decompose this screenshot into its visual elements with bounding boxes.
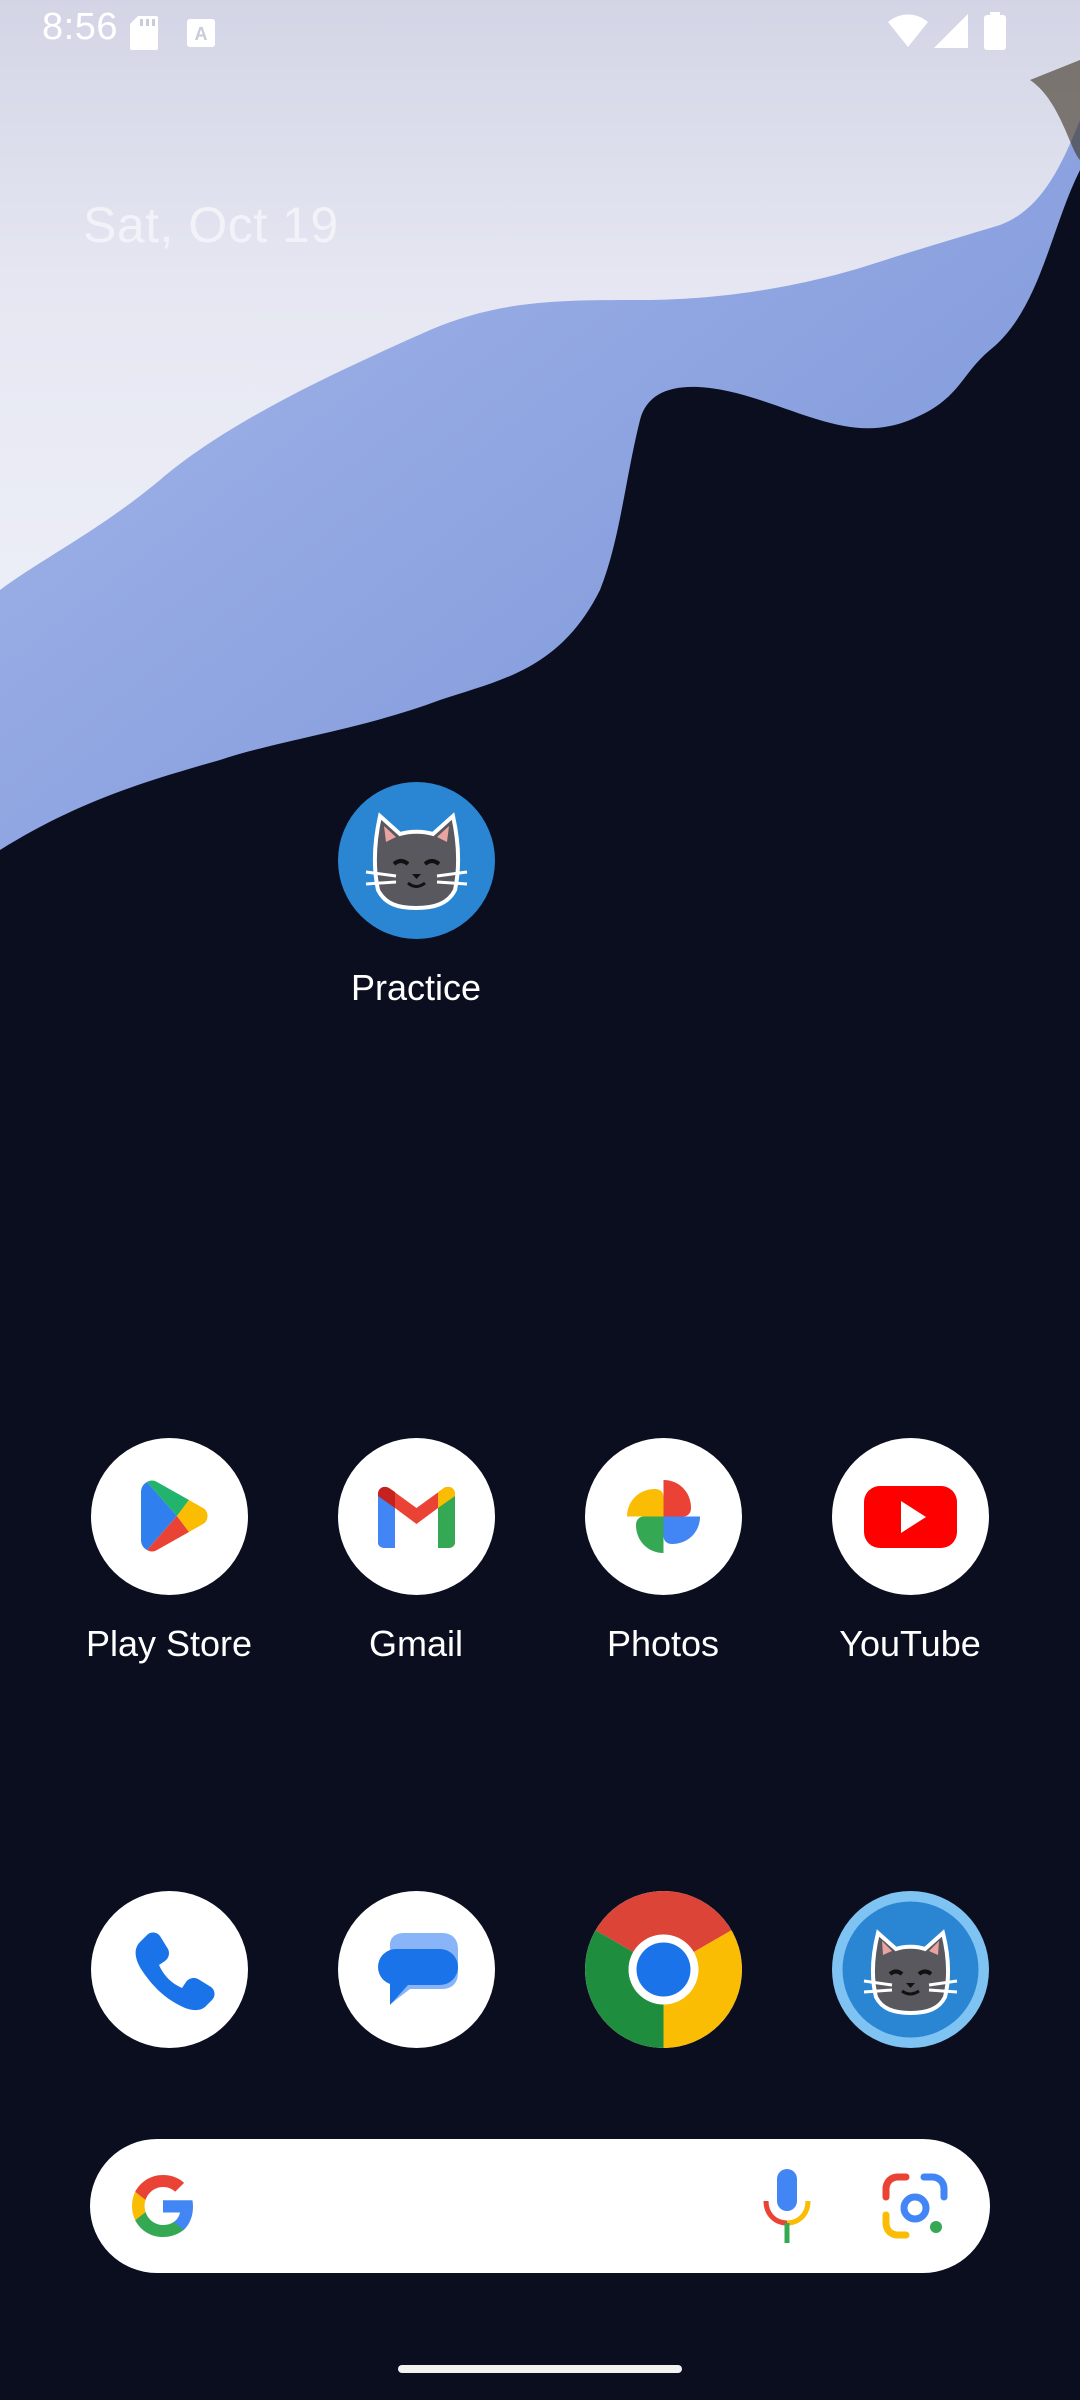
gesture-nav-handle[interactable] [398, 2365, 682, 2373]
app-label: YouTube [839, 1623, 981, 1664]
status-bar: 8:56 A [0, 0, 1080, 70]
dock-phone[interactable] [59, 1891, 279, 2048]
app-practice[interactable]: Practice [306, 782, 526, 1009]
cell-signal-icon [934, 14, 968, 48]
google-g-icon [132, 2175, 193, 2237]
date-widget[interactable]: Sat, Oct 19 [83, 196, 339, 254]
app-photos[interactable]: Photos [553, 1438, 773, 1665]
youtube-icon [831, 1438, 989, 1595]
photos-icon [584, 1438, 742, 1595]
status-time: 8:56 [42, 6, 118, 48]
sd-card-icon [130, 16, 158, 50]
cat-icon [831, 1891, 989, 2048]
gmail-icon [337, 1438, 495, 1595]
dock-messages[interactable] [306, 1891, 526, 2048]
messages-icon [337, 1891, 495, 2048]
app-play-store[interactable]: Play Store [59, 1438, 279, 1665]
play-store-icon [90, 1438, 248, 1595]
phone-icon [90, 1891, 248, 2048]
svg-text:A: A [195, 24, 208, 44]
google-lens-icon[interactable] [882, 2173, 948, 2239]
app-gmail[interactable]: Gmail [306, 1438, 526, 1665]
dock-practice[interactable] [800, 1891, 1020, 2048]
microphone-icon[interactable] [760, 2169, 814, 2243]
app-label: Practice [350, 967, 482, 1008]
wifi-icon [888, 14, 928, 47]
app-label: Gmail [368, 1623, 463, 1664]
keyboard-a-icon: A [187, 19, 215, 47]
dock-chrome[interactable] [553, 1891, 773, 2048]
battery-icon [984, 12, 1006, 50]
chrome-icon [584, 1891, 742, 2048]
app-label: Play Store [85, 1623, 253, 1664]
app-youtube[interactable]: YouTube [800, 1438, 1020, 1665]
app-label: Photos [606, 1623, 720, 1664]
cat-icon [337, 782, 495, 939]
google-search-bar[interactable] [90, 2139, 990, 2273]
